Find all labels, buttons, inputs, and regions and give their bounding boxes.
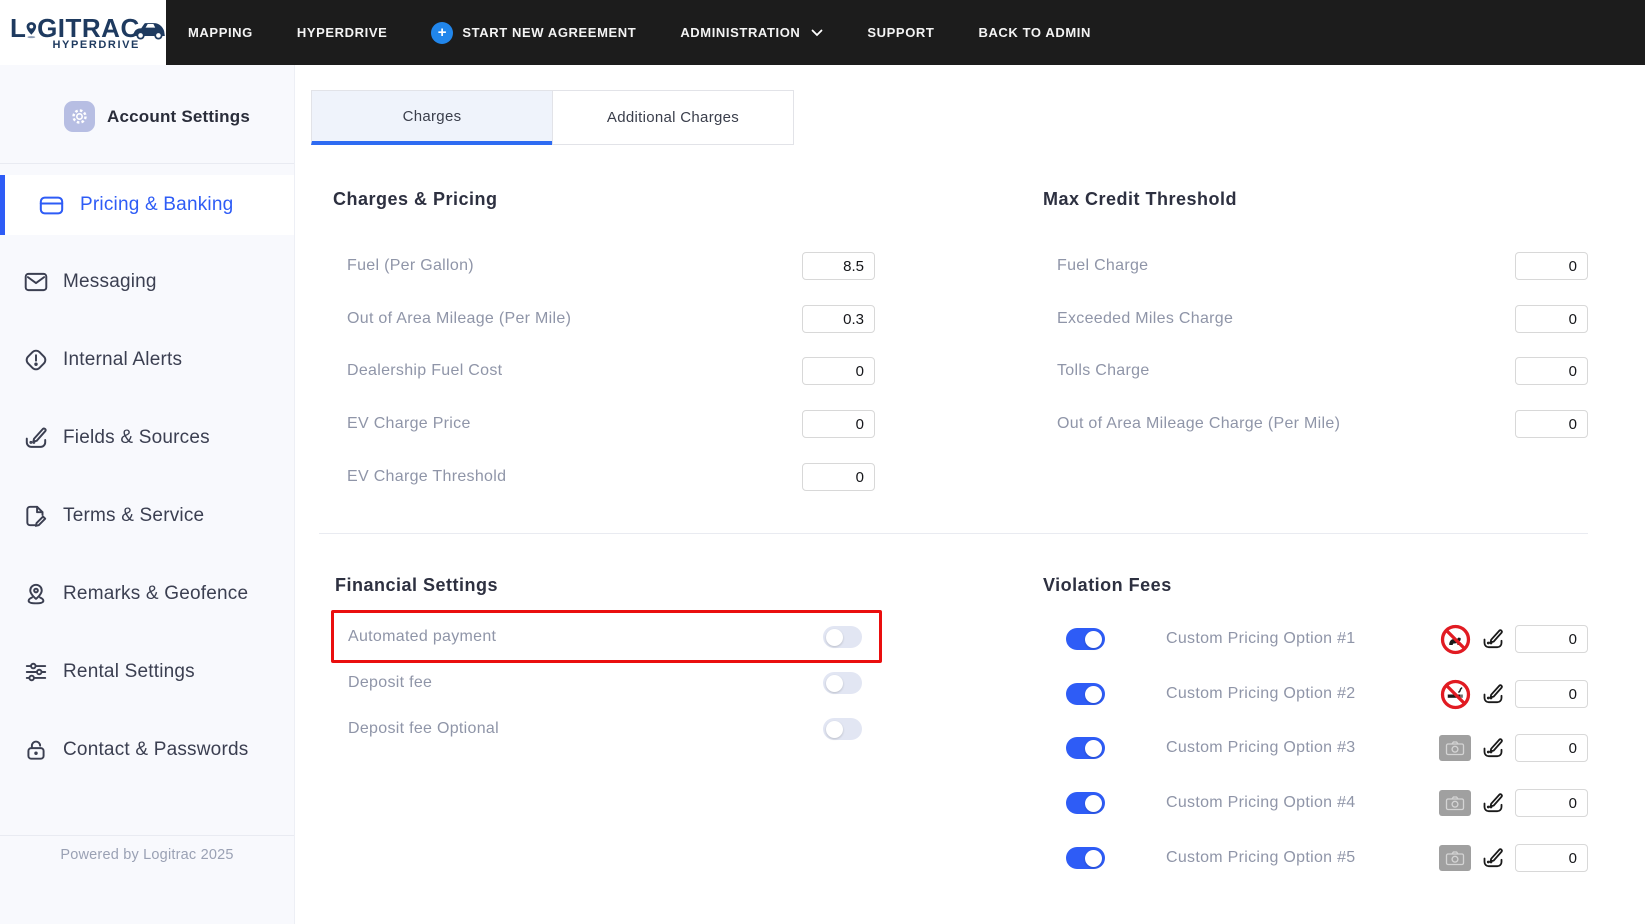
sidebar-divider — [0, 163, 294, 164]
envelope-icon — [24, 272, 48, 292]
no-smoking-icon — [1440, 679, 1471, 709]
row-ev-charge-price: EV Charge Price — [347, 410, 875, 438]
row-custom-pricing-5: Custom Pricing Option #5 — [1066, 842, 1588, 874]
row-custom-pricing-3: Custom Pricing Option #3 — [1066, 732, 1588, 764]
section-title-max-credit: Max Credit Threshold — [1043, 189, 1238, 209]
no-pets-icon — [1440, 624, 1471, 654]
camera-placeholder-icon — [1439, 790, 1471, 816]
app-root: L GITRAC HYPERDRIVE MAPPING HYPERDRIVE +… — [0, 0, 1645, 924]
row-custom-pricing-4: Custom Pricing Option #4 — [1066, 787, 1588, 819]
custom-pricing-3-toggle[interactable] — [1066, 737, 1105, 759]
sidebar-item-internal-alerts[interactable]: Internal Alerts — [0, 330, 294, 390]
account-settings-header: Account Settings — [64, 101, 250, 132]
main-content: Charges Additional Charges Charges & Pri… — [295, 65, 1645, 924]
fuel-per-gallon-input[interactable] — [802, 252, 875, 280]
sidebar-item-terms-service[interactable]: Terms & Service — [0, 486, 294, 546]
edit-icon[interactable] — [1481, 682, 1505, 706]
logo-subtitle: HYPERDRIVE — [52, 38, 140, 51]
ev-charge-price-input[interactable] — [802, 410, 875, 438]
out-of-area-mileage-input[interactable] — [802, 305, 875, 333]
exceeded-miles-charge-input[interactable] — [1515, 305, 1588, 333]
row-tolls-charge: Tolls Charge — [1057, 357, 1588, 385]
row-out-of-area-mileage-charge: Out of Area Mileage Charge (Per Mile) — [1057, 410, 1588, 438]
deposit-fee-toggle[interactable] — [823, 672, 862, 694]
fuel-charge-input[interactable] — [1515, 252, 1588, 280]
sidebar-item-fields-sources[interactable]: Fields & Sources — [0, 408, 294, 468]
custom-pricing-1-input[interactable] — [1515, 625, 1588, 653]
sidebar-item-remarks-geofence[interactable]: Remarks & Geofence — [0, 564, 294, 624]
nav-hyperdrive[interactable]: HYPERDRIVE — [297, 25, 388, 40]
edit-icon[interactable] — [1481, 627, 1505, 651]
row-fuel-charge: Fuel Charge — [1057, 252, 1588, 280]
sidebar-item-contact-passwords[interactable]: Contact & Passwords — [0, 720, 294, 780]
custom-pricing-1-toggle[interactable] — [1066, 628, 1105, 650]
signature-edit-icon — [25, 427, 47, 448]
out-of-area-mileage-charge-input[interactable] — [1515, 410, 1588, 438]
nav-mapping[interactable]: MAPPING — [188, 25, 253, 40]
plus-icon: + — [431, 21, 454, 44]
row-custom-pricing-1: Custom Pricing Option #1 — [1066, 623, 1588, 655]
nav-back-to-admin[interactable]: BACK TO ADMIN — [978, 25, 1091, 40]
sidebar-item-rental-settings[interactable]: Rental Settings — [0, 642, 294, 702]
sliders-icon — [25, 662, 47, 682]
row-ev-charge-threshold: EV Charge Threshold — [347, 463, 875, 491]
row-exceeded-miles-charge: Exceeded Miles Charge — [1057, 305, 1588, 333]
custom-pricing-2-toggle[interactable] — [1066, 683, 1105, 705]
custom-pricing-4-toggle[interactable] — [1066, 792, 1105, 814]
powered-by-text: Powered by Logitrac 2025 — [60, 847, 234, 863]
logo[interactable]: L GITRAC HYPERDRIVE — [0, 0, 166, 65]
document-pen-icon — [26, 505, 47, 527]
alert-icon — [25, 349, 47, 371]
tab-strip: Charges Additional Charges — [311, 90, 794, 145]
nav-administration[interactable]: ADMINISTRATION — [680, 25, 823, 40]
sidebar-item-pricing-banking[interactable]: Pricing & Banking — [0, 175, 294, 235]
row-automated-payment: Automated payment — [348, 622, 862, 652]
logo-text-gitrac: GITRAC — [37, 12, 140, 43]
credit-card-icon — [39, 196, 64, 214]
deposit-fee-optional-toggle[interactable] — [823, 718, 862, 740]
section-title-charges-pricing: Charges & Pricing — [333, 189, 498, 209]
edit-icon[interactable] — [1481, 736, 1505, 760]
dealership-fuel-cost-input[interactable] — [802, 357, 875, 385]
custom-pricing-3-input[interactable] — [1515, 734, 1588, 762]
nav-support[interactable]: SUPPORT — [867, 25, 934, 40]
section-title-violation-fees: Violation Fees — [1043, 575, 1172, 595]
section-title-financial-settings: Financial Settings — [335, 575, 499, 595]
sidebar-footer-divider — [0, 835, 294, 836]
edit-icon[interactable] — [1481, 846, 1505, 870]
camera-placeholder-icon — [1439, 845, 1471, 871]
nav-start-new-agreement[interactable]: + START NEW AGREEMENT — [431, 21, 636, 44]
nav-menu: MAPPING HYPERDRIVE + START NEW AGREEMENT… — [166, 0, 1091, 65]
custom-pricing-2-input[interactable] — [1515, 680, 1588, 708]
automated-payment-toggle[interactable] — [823, 626, 862, 648]
row-deposit-fee-optional: Deposit fee Optional — [348, 714, 862, 744]
row-fuel-per-gallon: Fuel (Per Gallon) — [347, 252, 875, 280]
padlock-icon — [27, 740, 45, 760]
camera-placeholder-icon — [1439, 735, 1471, 761]
ev-charge-threshold-input[interactable] — [802, 463, 875, 491]
edit-icon[interactable] — [1481, 791, 1505, 815]
row-dealership-fuel-cost: Dealership Fuel Cost — [347, 357, 875, 385]
custom-pricing-5-input[interactable] — [1515, 844, 1588, 872]
top-nav: L GITRAC HYPERDRIVE MAPPING HYPERDRIVE +… — [0, 0, 1645, 65]
custom-pricing-5-toggle[interactable] — [1066, 847, 1105, 869]
chevron-down-icon — [812, 29, 823, 36]
section-divider — [319, 533, 1588, 534]
tab-charges[interactable]: Charges — [311, 90, 553, 145]
sidebar-item-messaging[interactable]: Messaging — [0, 252, 294, 312]
sidebar: Account Settings Pricing & Banking Messa… — [0, 65, 295, 924]
tolls-charge-input[interactable] — [1515, 357, 1588, 385]
account-settings-title: Account Settings — [107, 106, 250, 126]
logo-text-l: L — [10, 12, 27, 43]
custom-pricing-4-input[interactable] — [1515, 789, 1588, 817]
geofence-pin-icon — [27, 583, 45, 605]
gear-icon — [64, 101, 95, 132]
row-custom-pricing-2: Custom Pricing Option #2 — [1066, 678, 1588, 710]
tab-additional-charges[interactable]: Additional Charges — [552, 90, 794, 145]
row-deposit-fee: Deposit fee — [348, 668, 862, 698]
row-out-of-area-mileage: Out of Area Mileage (Per Mile) — [347, 305, 875, 333]
